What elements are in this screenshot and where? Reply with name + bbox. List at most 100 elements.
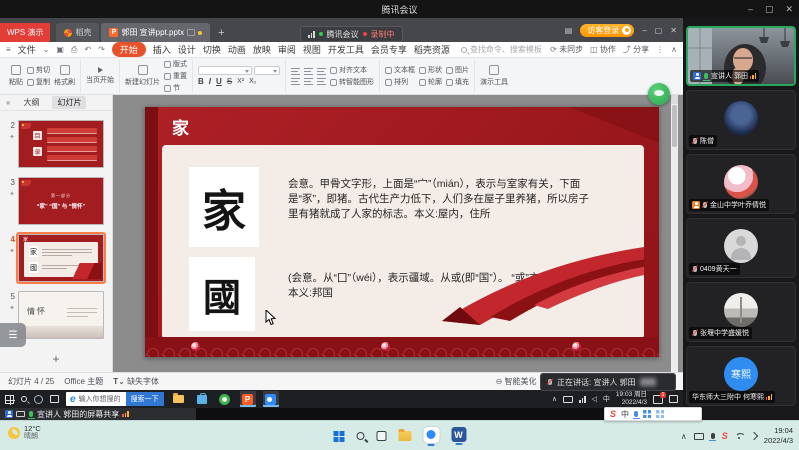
file-explorer-win11[interactable]	[398, 431, 411, 441]
share-button[interactable]: ⤴ 分享	[623, 44, 649, 55]
layout-switch-icon[interactable]: ▤	[565, 27, 573, 35]
ms-store-win10[interactable]	[194, 391, 210, 407]
sogou-icon[interactable]: S	[722, 431, 728, 441]
indent-icon[interactable]	[317, 67, 326, 75]
participant-tile[interactable]: 0409黄天一	[686, 218, 796, 278]
layout-button[interactable]: 版式	[164, 59, 187, 69]
align-left-icon[interactable]	[291, 77, 300, 85]
font-name-select[interactable]	[198, 66, 252, 75]
menu-view[interactable]: 视图	[303, 43, 321, 56]
outline-button[interactable]: 轮廓	[419, 77, 442, 87]
menu-insert[interactable]: 插入	[153, 43, 171, 56]
guest-login-button[interactable]: 访客登录	[580, 24, 634, 37]
command-search[interactable]: 查找命令、搜索模板	[461, 44, 542, 55]
bold-button[interactable]: B	[198, 77, 204, 86]
save-icon[interactable]: ▣	[56, 45, 64, 54]
play-from-current-button[interactable]: 当页开始	[86, 67, 114, 85]
underline-button[interactable]: U	[216, 77, 222, 86]
paste-button[interactable]: 粘贴	[9, 65, 23, 87]
smart-graphic-button[interactable]: 转智能图形	[330, 77, 374, 87]
new-tab-button[interactable]: +	[218, 27, 224, 42]
wps-close-icon[interactable]: ✕	[670, 27, 677, 35]
mic-icon[interactable]	[711, 433, 715, 439]
keyboard-icon[interactable]	[563, 396, 573, 403]
action-center-icon[interactable]	[669, 395, 678, 403]
word-app-win11[interactable]	[451, 427, 466, 445]
wps-maximize-icon[interactable]: ▢	[655, 27, 663, 35]
menu-file[interactable]: 文件	[18, 43, 36, 56]
section-button[interactable]: 节	[164, 83, 187, 93]
menu-devtools[interactable]: 开发工具	[328, 43, 364, 56]
slide-thumbnail-3[interactable]: 第一部分 “家” “国” 与 “情怀”	[18, 177, 104, 225]
italic-button[interactable]: I	[209, 77, 211, 86]
strike-button[interactable]: S	[227, 77, 232, 86]
maximize-icon[interactable]: ▢	[765, 4, 774, 15]
picture-button[interactable]: 图片	[446, 65, 469, 75]
missing-font-warning[interactable]: T⌄ 缺失字体	[113, 376, 159, 387]
fill-button[interactable]: 填充	[446, 77, 469, 87]
ime-skin-icon[interactable]	[656, 410, 664, 418]
more-icon[interactable]: ⋮	[656, 45, 664, 54]
tab-document[interactable]: 郭田 宣讲ppt.pptx	[101, 23, 210, 42]
new-slide-button[interactable]: 新建幻灯片	[125, 65, 160, 87]
shapes-button[interactable]: 形状	[419, 65, 442, 75]
present-tools-button[interactable]: 演示工具	[480, 65, 508, 87]
theme-name[interactable]: Office 主题	[64, 376, 103, 387]
textbox-button[interactable]: 文本框	[385, 65, 415, 75]
collapse-ribbon-icon[interactable]: ∧	[671, 45, 677, 54]
start-button-win11[interactable]	[333, 431, 344, 442]
seal-script-guo-image[interactable]: 國	[189, 257, 255, 331]
ime-toolbox-icon[interactable]	[643, 410, 651, 418]
superscript-button[interactable]: X²	[237, 78, 244, 85]
task-view-icon[interactable]	[50, 395, 59, 403]
notification-icon[interactable]	[653, 395, 663, 404]
taskbar-search-icon[interactable]	[21, 396, 27, 402]
cortana-icon[interactable]	[34, 395, 43, 404]
participant-tile-video[interactable]: 宣讲人 郭田	[686, 26, 796, 86]
redo-icon[interactable]: ↷	[98, 45, 105, 54]
network-icon[interactable]	[579, 396, 586, 403]
voice-input-icon[interactable]	[634, 411, 638, 417]
align-right-icon[interactable]	[317, 77, 326, 85]
collapse-panel-icon[interactable]: «	[6, 99, 10, 107]
collab-button[interactable]: ◫ 协作	[590, 44, 616, 55]
win11-clock[interactable]: 19:04 2022/4/3	[764, 426, 793, 446]
menu-design[interactable]: 设计	[178, 43, 196, 56]
hamburger-icon[interactable]: ≡	[6, 45, 11, 54]
beautify-button[interactable]: ⊖ 智能美化 ⌄	[496, 376, 546, 387]
number-list-icon[interactable]	[304, 67, 313, 75]
start-button-win10[interactable]	[5, 395, 14, 404]
seal-script-jia-image[interactable]: 家	[189, 167, 259, 247]
cut-button[interactable]: 剪切	[27, 65, 50, 75]
meeting-app-win11[interactable]	[423, 427, 439, 446]
minimize-icon[interactable]: –	[748, 4, 753, 14]
slide-thumbnail-4-selected[interactable]: 家 家 國	[18, 234, 104, 282]
wps-app-win10[interactable]	[240, 391, 256, 407]
share-banner[interactable]: 宣讲人 郭田的屏幕共享	[0, 408, 196, 420]
format-painter-button[interactable]: 格式刷	[54, 65, 75, 87]
sogou-ime-bar[interactable]: S 中	[604, 407, 702, 421]
weather-widget[interactable]: 12°C 晴朗	[8, 424, 41, 441]
align-text-button[interactable]: 对齐文本	[330, 65, 374, 75]
wifi-icon[interactable]	[735, 433, 744, 440]
volume-muted-icon[interactable]	[750, 432, 758, 440]
menu-review[interactable]: 审阅	[278, 43, 296, 56]
current-slide[interactable]: 家 家 会意。甲骨文字形，上面是“宀”（mián），表示与室家有关，下面是“豕”…	[145, 107, 659, 357]
align-center-icon[interactable]	[304, 77, 313, 85]
meeting-status-pill[interactable]: 腾讯会议 录制中	[300, 26, 403, 42]
reset-button[interactable]: 重置	[164, 71, 187, 81]
keyboard-icon[interactable]	[694, 433, 704, 440]
sync-status[interactable]: ⟳ 未同步	[550, 44, 583, 55]
win10-clock[interactable]: 19:03 周日 2022/4/3	[616, 391, 647, 407]
file-explorer-win10[interactable]	[171, 391, 187, 407]
green-app-win10[interactable]	[217, 391, 233, 407]
menu-animation[interactable]: 动画	[228, 43, 246, 56]
tray-expand-icon[interactable]: ∧	[681, 432, 687, 441]
tab-docer[interactable]: 稻壳	[56, 23, 99, 42]
edge-search-box[interactable]: e 输入你想搜的 搜索一下	[66, 392, 164, 406]
undo-icon[interactable]: ↶	[84, 45, 91, 54]
menu-docer-res[interactable]: 稻壳资源	[414, 43, 450, 56]
slide-thumbnail-2[interactable]: 目 录	[18, 120, 104, 168]
wps-minimize-icon[interactable]: –	[642, 27, 646, 35]
slide-thumbnail-5[interactable]: 情怀	[18, 291, 104, 339]
